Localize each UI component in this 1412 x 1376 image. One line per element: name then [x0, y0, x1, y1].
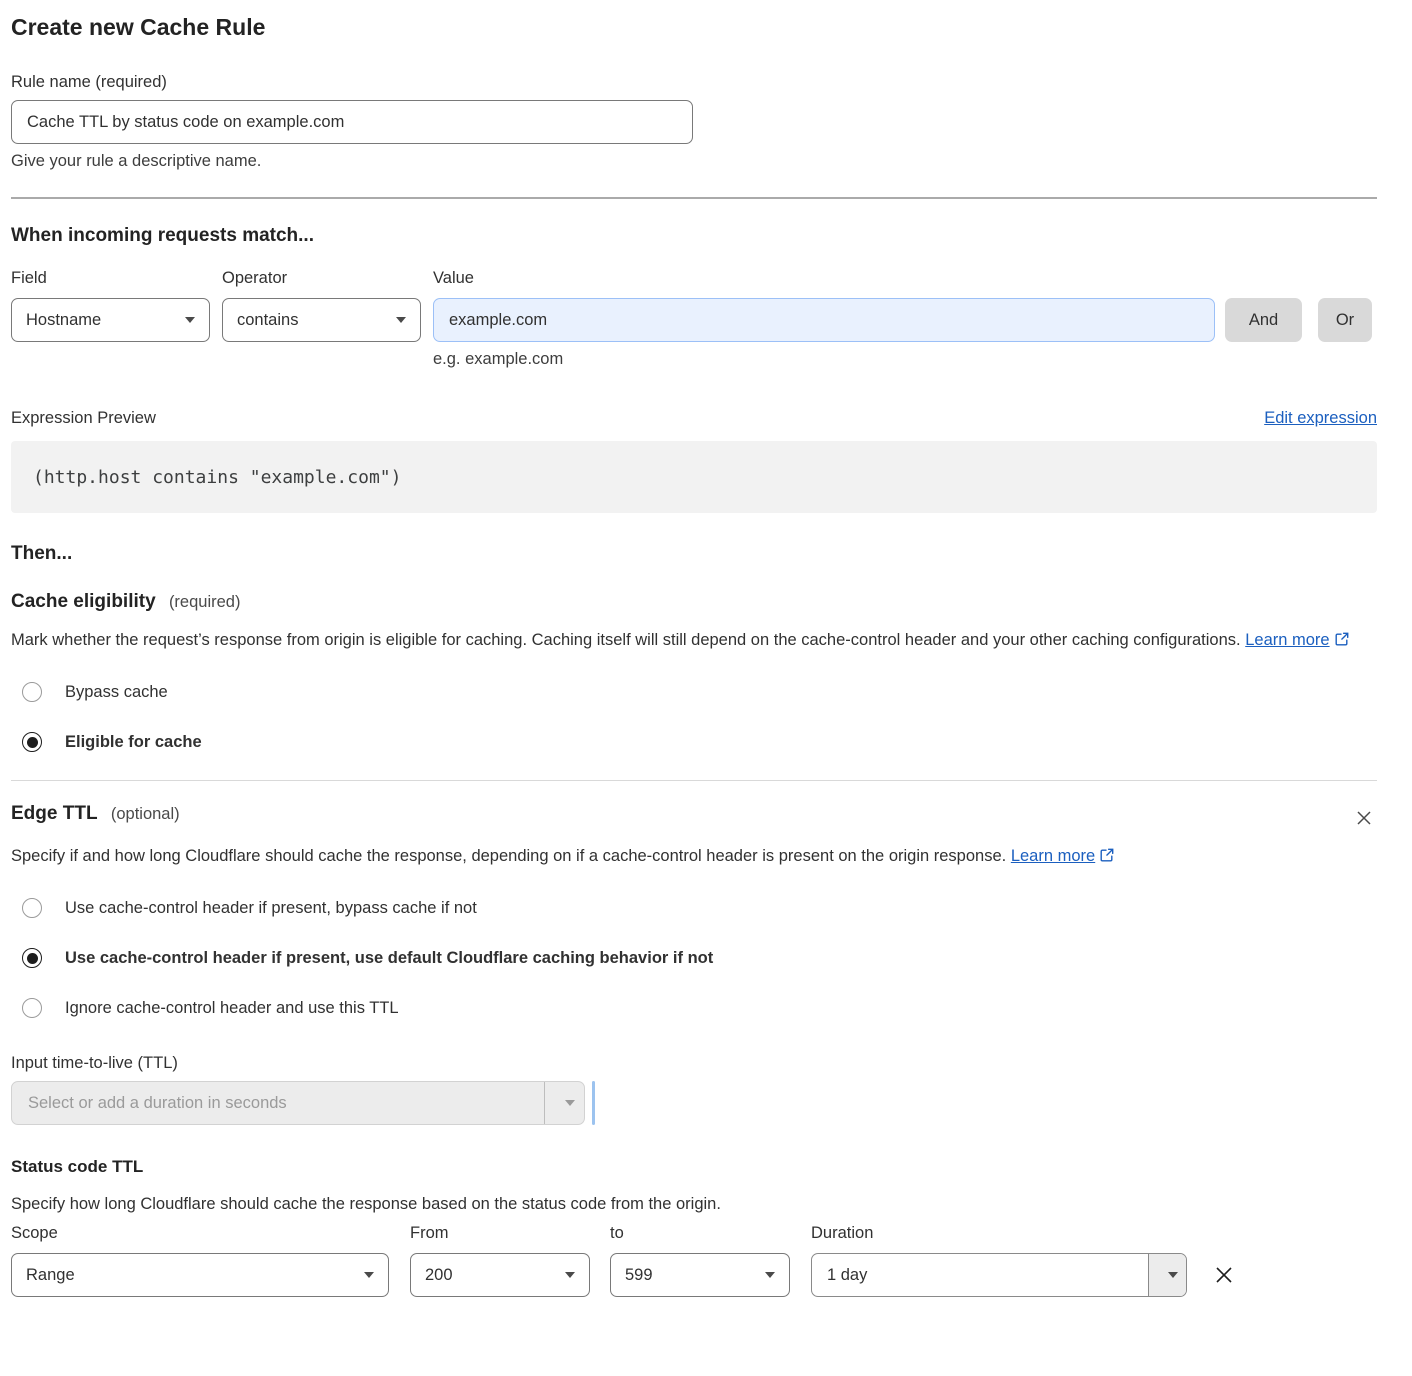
caret-down-icon	[565, 1272, 575, 1278]
cache-eligibility-qualifier: (required)	[169, 593, 241, 611]
ttl-duration-placeholder: Select or add a duration in seconds	[12, 1094, 544, 1113]
rule-name-hint: Give your rule a descriptive name.	[11, 152, 1377, 171]
expression-header: Expression Preview Edit expression	[11, 409, 1377, 428]
radio-header-default[interactable]	[22, 948, 42, 968]
match-controls-row: Hostname contains And Or	[11, 298, 1377, 342]
radio-eligible-for-cache[interactable]	[22, 732, 42, 752]
section-divider	[11, 780, 1377, 781]
section-divider	[11, 197, 1377, 199]
ttl-caret-button[interactable]	[544, 1082, 584, 1124]
ttl-duration-select[interactable]: Select or add a duration in seconds	[11, 1081, 585, 1125]
rule-name-label: Rule name (required)	[11, 73, 1377, 92]
external-link-icon	[1099, 844, 1115, 872]
focus-indicator	[592, 1081, 595, 1125]
caret-down-icon	[396, 317, 406, 323]
radio-ignore-header[interactable]	[22, 998, 42, 1018]
edge-ttl-qualifier: (optional)	[111, 805, 180, 823]
caret-down-icon	[364, 1272, 374, 1278]
status-column-labels: Scope From to Duration	[11, 1224, 1377, 1243]
from-select[interactable]: 200	[410, 1253, 590, 1297]
ttl-select-row: Select or add a duration in seconds	[11, 1081, 1377, 1125]
duration-combobox[interactable]: 1 day	[811, 1253, 1187, 1297]
radio-eligible-for-cache-label: Eligible for cache	[65, 733, 202, 752]
match-column-labels: Field Operator Value	[11, 269, 1377, 288]
radio-row-header-default[interactable]: Use cache-control header if present, use…	[11, 944, 1377, 972]
field-select[interactable]: Hostname	[11, 298, 210, 342]
field-label: Field	[11, 269, 222, 288]
radio-bypass-cache[interactable]	[22, 682, 42, 702]
close-icon[interactable]	[1353, 807, 1375, 829]
caret-down-icon	[765, 1272, 775, 1278]
to-label: to	[610, 1224, 811, 1243]
status-controls-row: Range 200 599 1 day	[11, 1253, 1377, 1297]
radio-row-bypass-cache[interactable]: Bypass cache	[11, 678, 1377, 706]
caret-down-icon	[565, 1100, 575, 1106]
match-heading: When incoming requests match...	[11, 225, 1377, 247]
cache-eligibility-learn-more-link[interactable]: Learn more	[1245, 631, 1329, 649]
radio-row-eligible-for-cache[interactable]: Eligible for cache	[11, 728, 1377, 756]
cache-eligibility-description: Mark whether the request’s response from…	[11, 626, 1377, 656]
from-select-value: 200	[425, 1266, 453, 1285]
operator-label: Operator	[222, 269, 433, 288]
status-code-ttl-title: Status code TTL	[11, 1157, 1377, 1177]
value-label: Value	[433, 269, 1377, 288]
duration-caret-button[interactable]	[1148, 1254, 1186, 1296]
caret-down-icon	[1168, 1272, 1178, 1278]
from-label: From	[410, 1224, 610, 1243]
caret-down-icon	[185, 317, 195, 323]
edge-ttl-description-text: Specify if and how long Cloudflare shoul…	[11, 847, 1006, 865]
cache-eligibility-description-text: Mark whether the request’s response from…	[11, 631, 1241, 649]
value-input[interactable]	[433, 298, 1215, 342]
create-cache-rule-page: Create new Cache Rule Rule name (require…	[0, 0, 1412, 1327]
rule-name-input[interactable]	[11, 100, 693, 144]
edge-ttl-learn-more-link[interactable]: Learn more	[1011, 847, 1095, 865]
status-code-ttl-description: Specify how long Cloudflare should cache…	[11, 1195, 1377, 1214]
scope-select-value: Range	[26, 1266, 75, 1285]
radio-ignore-header-label: Ignore cache-control header and use this…	[65, 999, 399, 1018]
cache-eligibility-title: Cache eligibility	[11, 591, 156, 612]
radio-bypass-cache-label: Bypass cache	[65, 683, 168, 702]
and-button[interactable]: And	[1225, 298, 1302, 342]
duration-value: 1 day	[812, 1254, 1148, 1296]
scope-select[interactable]: Range	[11, 1253, 389, 1297]
value-hint: e.g. example.com	[433, 350, 1377, 369]
scope-label: Scope	[11, 1224, 410, 1243]
radio-header-default-label: Use cache-control header if present, use…	[65, 949, 713, 968]
then-heading: Then...	[11, 543, 1377, 565]
duration-label: Duration	[811, 1224, 1377, 1243]
edge-ttl-header: Edge TTL (optional)	[11, 803, 1377, 829]
edge-ttl-heading: Edge TTL (optional)	[11, 803, 180, 825]
edge-ttl-description: Specify if and how long Cloudflare shoul…	[11, 842, 1116, 872]
radio-row-ignore-header[interactable]: Ignore cache-control header and use this…	[11, 994, 1377, 1022]
cache-eligibility-heading: Cache eligibility (required)	[11, 591, 1377, 613]
radio-row-header-bypass[interactable]: Use cache-control header if present, byp…	[11, 894, 1377, 922]
or-button[interactable]: Or	[1318, 298, 1372, 342]
operator-select-value: contains	[237, 311, 298, 330]
to-select[interactable]: 599	[610, 1253, 790, 1297]
radio-header-bypass[interactable]	[22, 898, 42, 918]
edit-expression-link[interactable]: Edit expression	[1264, 409, 1377, 428]
page-title: Create new Cache Rule	[11, 14, 1377, 41]
expression-preview-box: (http.host contains "example.com")	[11, 441, 1377, 513]
external-link-icon	[1334, 628, 1350, 656]
operator-select[interactable]: contains	[222, 298, 421, 342]
ttl-input-label: Input time-to-live (TTL)	[11, 1054, 1377, 1073]
field-select-value: Hostname	[26, 311, 101, 330]
expression-preview-label: Expression Preview	[11, 409, 156, 428]
expression-code: (http.host contains "example.com")	[33, 467, 401, 488]
radio-header-bypass-label: Use cache-control header if present, byp…	[65, 899, 477, 918]
remove-status-ttl-icon[interactable]	[1212, 1263, 1236, 1287]
to-select-value: 599	[625, 1266, 653, 1285]
edge-ttl-title: Edge TTL	[11, 803, 98, 824]
